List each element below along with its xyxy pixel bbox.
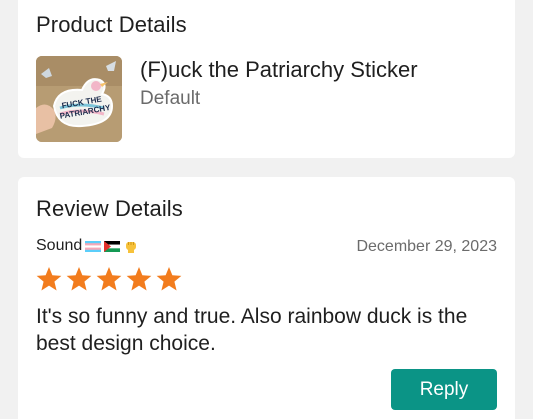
- product-variant: Default: [140, 88, 201, 109]
- product-name[interactable]: (F)uck the Patriarchy Sticker: [140, 57, 418, 83]
- reviewer: Sound: [36, 237, 138, 255]
- review-details-card: Review Details Sound December 29, 2023 I…: [18, 177, 515, 419]
- duck-sticker-icon: FUCK THE PATRIARCHY: [36, 56, 122, 142]
- palestine-flag-icon: [104, 240, 121, 252]
- star-icon: [96, 267, 122, 291]
- star-icon: [66, 267, 92, 291]
- product-details-card: Product Details FUCK THE PATRIARCHY (F)u…: [18, 0, 515, 158]
- reviewer-name: Sound: [36, 237, 83, 254]
- reply-button[interactable]: Reply: [391, 369, 497, 410]
- review-text: It's so funny and true. Also rainbow duc…: [36, 305, 468, 355]
- review-date: December 29, 2023: [356, 238, 497, 255]
- transgender-flag-icon: [85, 240, 102, 252]
- review-details-heading: Review Details: [36, 196, 183, 221]
- product-details-heading: Product Details: [36, 12, 187, 37]
- rating-stars: [36, 267, 182, 292]
- raised-fist-icon: [126, 242, 137, 253]
- star-icon: [156, 267, 182, 291]
- star-icon: [126, 267, 152, 291]
- product-thumbnail[interactable]: FUCK THE PATRIARCHY: [36, 56, 122, 142]
- star-icon: [36, 267, 62, 291]
